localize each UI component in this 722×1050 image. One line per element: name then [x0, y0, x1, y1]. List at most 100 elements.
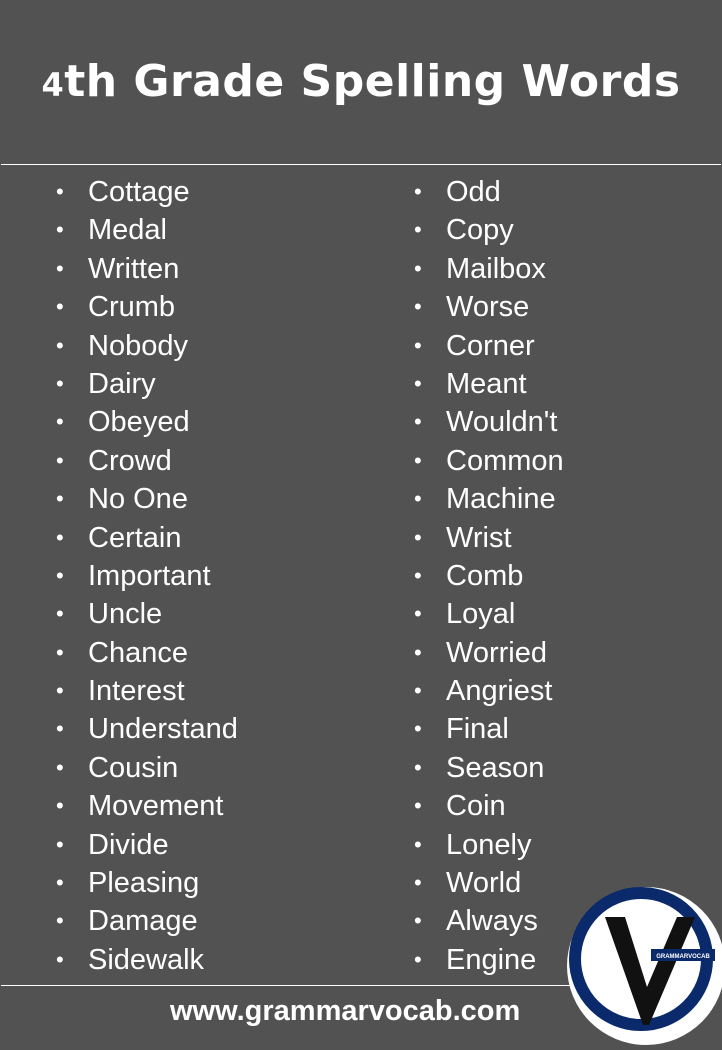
- word-text: Corner: [446, 329, 535, 362]
- word-item: • Damage: [56, 902, 238, 940]
- word-text: Copy: [446, 214, 514, 247]
- word-item: • Crumb: [56, 288, 238, 326]
- bullet-icon: •: [414, 870, 422, 896]
- word-text: Machine: [446, 483, 556, 516]
- word-item: • Engine: [414, 941, 564, 979]
- bullet-icon: •: [56, 294, 64, 320]
- word-item: • Certain: [56, 519, 238, 557]
- word-text: Worse: [446, 291, 530, 324]
- bullet-icon: •: [56, 754, 64, 780]
- word-text: Worried: [446, 636, 547, 669]
- word-item: • Meant: [414, 365, 564, 403]
- word-item: • Copy: [414, 211, 564, 249]
- word-text: Coin: [446, 790, 506, 823]
- bullet-icon: •: [56, 831, 64, 857]
- word-item: • Final: [414, 710, 564, 748]
- bullet-icon: •: [56, 370, 64, 396]
- word-item: • Lonely: [414, 826, 564, 864]
- word-text: Obeyed: [88, 406, 190, 439]
- word-item: • Cousin: [56, 749, 238, 787]
- word-text: Final: [446, 713, 509, 746]
- page-title: 4th Grade Spelling Words: [1, 56, 721, 107]
- word-item: • Chance: [56, 634, 238, 672]
- word-text: Movement: [88, 790, 224, 823]
- word-item: • Divide: [56, 826, 238, 864]
- word-item: • Dairy: [56, 365, 238, 403]
- bullet-icon: •: [414, 716, 422, 742]
- word-text: Wouldn't: [446, 406, 558, 439]
- word-item: • Worse: [414, 288, 564, 326]
- word-item: • Cottage: [56, 173, 238, 211]
- bullet-icon: •: [414, 332, 422, 358]
- bullet-icon: •: [56, 447, 64, 473]
- website-url[interactable]: www.grammarvocab.com: [170, 995, 520, 1028]
- word-item: • Loyal: [414, 595, 564, 633]
- bullet-icon: •: [414, 294, 422, 320]
- bullet-icon: •: [56, 179, 64, 204]
- word-text: Chance: [88, 636, 188, 669]
- title-text: th Grade Spelling Words: [64, 56, 681, 107]
- word-item: • Common: [414, 442, 564, 480]
- bullet-icon: •: [56, 870, 64, 896]
- word-text: Mailbox: [446, 252, 546, 285]
- word-text: Comb: [446, 559, 524, 592]
- word-list-right: • Odd • Copy • Mailbox • Worse • Corner • Meant • Wou…: [414, 173, 564, 979]
- word-text: Divide: [88, 828, 169, 861]
- word-text: Season: [446, 751, 545, 784]
- title-number: 4: [41, 66, 65, 104]
- word-text: Crowd: [88, 444, 172, 477]
- bullet-icon: •: [414, 409, 422, 435]
- bullet-icon: •: [414, 179, 422, 204]
- bullet-icon: •: [414, 678, 422, 704]
- word-item: • Uncle: [56, 595, 238, 633]
- word-text: Written: [88, 252, 180, 285]
- bullet-icon: •: [56, 716, 64, 742]
- word-item: • Odd: [414, 173, 564, 211]
- word-item: • Interest: [56, 672, 238, 710]
- word-item: • No One: [56, 480, 238, 518]
- word-text: Crumb: [88, 291, 176, 324]
- bullet-icon: •: [56, 639, 64, 665]
- word-text: Cottage: [88, 176, 190, 208]
- bullet-icon: •: [56, 793, 64, 819]
- bullet-icon: •: [56, 524, 64, 550]
- word-text: Wrist: [446, 521, 512, 554]
- bullet-icon: •: [56, 601, 64, 627]
- bullet-icon: •: [414, 639, 422, 665]
- word-text: Dairy: [88, 367, 156, 400]
- bullet-icon: •: [56, 562, 64, 588]
- bullet-icon: •: [414, 486, 422, 512]
- word-text: Nobody: [88, 329, 188, 362]
- word-item: • Coin: [414, 787, 564, 825]
- word-item: • Wrist: [414, 519, 564, 557]
- word-text: Understand: [88, 713, 238, 746]
- word-item: • Pleasing: [56, 864, 238, 902]
- word-item: • Obeyed: [56, 403, 238, 441]
- word-item: • Medal: [56, 211, 238, 249]
- bullet-icon: •: [414, 370, 422, 396]
- logo-icon: GRAMMARVOCAB: [569, 887, 715, 1031]
- word-item: • Machine: [414, 480, 564, 518]
- bullet-icon: •: [414, 217, 422, 243]
- bullet-icon: •: [414, 562, 422, 588]
- grammarvocab-logo: GRAMMARVOCAB: [567, 887, 722, 1045]
- bullet-icon: •: [56, 908, 64, 934]
- bullet-icon: •: [414, 601, 422, 627]
- word-text: Meant: [446, 367, 527, 400]
- word-text: Always: [446, 905, 538, 938]
- word-item: • Sidewalk: [56, 941, 238, 979]
- word-text: Medal: [88, 214, 167, 247]
- bullet-icon: •: [414, 754, 422, 780]
- bullet-icon: •: [414, 447, 422, 473]
- word-item: • Understand: [56, 710, 238, 748]
- word-text: Interest: [88, 675, 185, 708]
- word-text: No One: [88, 483, 188, 516]
- word-text: Loyal: [446, 598, 516, 631]
- word-item: • Comb: [414, 557, 564, 595]
- bullet-icon: •: [414, 524, 422, 550]
- title-banner: 4th Grade Spelling Words: [1, 1, 721, 165]
- word-text: Common: [446, 444, 564, 477]
- word-text: Uncle: [88, 598, 163, 631]
- bullet-icon: •: [414, 946, 422, 972]
- word-item: • Angriest: [414, 672, 564, 710]
